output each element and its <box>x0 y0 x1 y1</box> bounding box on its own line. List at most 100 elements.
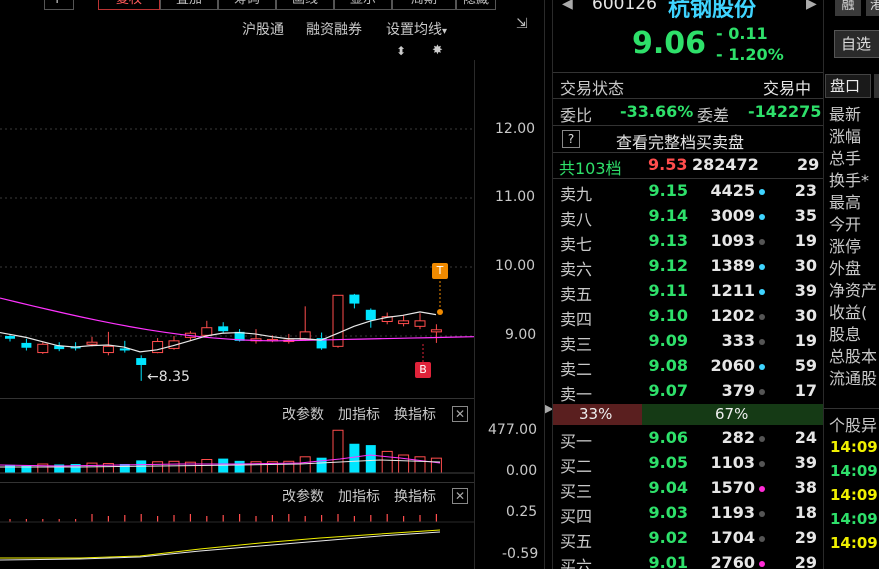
candle-body[interactable] <box>86 341 98 345</box>
volume-bar <box>365 445 376 473</box>
sell-row[interactable]: 卖六 9.12 1389 30 <box>553 254 823 279</box>
candle-body[interactable] <box>136 358 147 365</box>
candle-body[interactable] <box>430 329 442 333</box>
anomaly-time[interactable]: 14:09 <box>830 486 878 504</box>
volume-panel-top-border <box>0 398 474 399</box>
next-stock-icon[interactable]: ▶ <box>806 0 817 12</box>
marker-b[interactable]: B <box>415 362 431 378</box>
sell-row[interactable]: 卖八 9.14 3009 35 <box>553 204 823 229</box>
total-levels-label: 共103档 <box>559 159 622 178</box>
tab-hide[interactable]: 隐藏 <box>456 0 496 10</box>
candle-body[interactable] <box>152 341 164 354</box>
depth-divider <box>553 152 823 153</box>
indicator-panel-top-border <box>0 482 474 483</box>
price-change: - 0.11 <box>716 24 768 43</box>
candle-body[interactable] <box>102 345 114 354</box>
sell-change-dot-icon <box>759 189 765 195</box>
buy-row[interactable]: 买一 9.06 282 24 <box>553 426 823 451</box>
candle-body[interactable] <box>398 320 410 325</box>
sell-price: 9.10 <box>648 306 688 325</box>
candle-body[interactable] <box>201 327 213 336</box>
candle-body[interactable] <box>365 309 376 321</box>
margin-badge[interactable]: 融 <box>835 0 861 16</box>
buy-row[interactable]: 买四 9.03 1193 18 <box>553 501 823 526</box>
buy-row[interactable]: 买五 9.02 1704 29 <box>553 526 823 551</box>
buy-price: 9.06 <box>648 428 688 447</box>
link-ma-settings[interactable]: 设置均线▾ <box>386 19 447 39</box>
candle-body[interactable] <box>332 294 344 347</box>
anomaly-time[interactable]: 14:09 <box>830 510 878 528</box>
expand-vertical-icon[interactable]: ⬍ <box>396 44 406 58</box>
candle-body[interactable] <box>21 342 32 348</box>
marker-t[interactable]: T <box>432 263 448 279</box>
tab-period[interactable]: 周期 <box>392 0 456 10</box>
quote-field-label: 今开 <box>829 215 862 234</box>
ind-switch-indicator-button[interactable]: 换指标 <box>394 486 436 506</box>
volume-bar <box>414 456 426 474</box>
y-tick-11: 11.00 <box>495 189 536 205</box>
vol-y-max: 477.00 <box>488 422 537 438</box>
tab-overlay[interactable]: 叠加 <box>160 0 218 10</box>
candlestick-chart[interactable] <box>0 60 475 395</box>
link-shanghai-connect[interactable]: 沪股通 <box>242 19 284 39</box>
sell-row[interactable]: 卖四 9.10 1202 30 <box>553 304 823 329</box>
candle-body[interactable] <box>5 336 15 339</box>
sell-row[interactable]: 卖五 9.11 1211 39 <box>553 279 823 304</box>
total-levels-count: 29 <box>797 155 820 174</box>
sell-volume: 1389 <box>710 256 755 275</box>
anomaly-time[interactable]: 14:09 <box>830 438 878 456</box>
vol-modify-params-button[interactable]: 改参数 <box>282 404 324 424</box>
anomaly-time[interactable]: 14:09 <box>830 534 878 552</box>
buy-level-label: 买六 <box>560 557 593 569</box>
tab-chips[interactable]: 筹码 <box>218 0 276 10</box>
buy-row[interactable]: 买六 9.01 2760 29 <box>553 551 823 569</box>
ind-modify-params-button[interactable]: 改参数 <box>282 486 324 506</box>
help-icon[interactable]: ? <box>562 130 580 148</box>
maximize-icon[interactable]: ⇲ <box>516 16 528 32</box>
sell-volume: 3009 <box>710 206 755 225</box>
sell-row[interactable]: 卖九 9.15 4425 23 <box>553 179 823 204</box>
candle-body[interactable] <box>218 326 229 332</box>
tab-draw[interactable]: 画线 <box>276 0 334 10</box>
buy-row[interactable]: 买二 9.05 1103 39 <box>553 451 823 476</box>
sell-row[interactable]: 卖一 9.07 379 17 <box>553 379 823 404</box>
sell-row[interactable]: 卖二 9.08 2060 59 <box>553 354 823 379</box>
chart-axis-divider <box>474 60 475 569</box>
buy-row[interactable]: 买三 9.04 1570 38 <box>553 476 823 501</box>
view-full-depth-link[interactable]: 查看完整档买卖盘 <box>616 129 744 153</box>
vol-add-indicator-button[interactable]: 加指标 <box>338 404 380 424</box>
sell-change-dot-icon <box>759 289 765 295</box>
anomaly-time[interactable]: 14:09 <box>830 462 878 480</box>
buy-level-label: 买三 <box>560 482 593 501</box>
ma-settings-label: 设置均线 <box>386 22 442 38</box>
volume-bar <box>349 443 360 473</box>
vol-switch-indicator-button[interactable]: 换指标 <box>394 404 436 424</box>
buy-order-count: 29 <box>794 528 817 547</box>
sell-change-dot-icon <box>759 364 765 370</box>
tab-order-book[interactable]: 盘口 <box>825 74 871 98</box>
tab-f[interactable]: F <box>44 0 74 10</box>
tab-fuquan[interactable]: 复权 <box>98 0 160 10</box>
buy-price: 9.04 <box>648 478 688 497</box>
buy-change-dot-icon <box>759 561 765 567</box>
prev-stock-icon[interactable]: ◀ <box>562 0 573 12</box>
ind-close-icon[interactable]: ✕ <box>452 488 468 504</box>
sell-order-count: 19 <box>794 231 817 250</box>
tab-display[interactable]: 显示 <box>334 0 392 10</box>
candle-body[interactable] <box>349 294 360 304</box>
hk-badge[interactable]: 港 <box>866 0 879 16</box>
buy-order-count: 29 <box>794 553 817 569</box>
candle-body[interactable] <box>414 320 426 327</box>
settings-star-icon[interactable]: ✸ <box>432 43 443 58</box>
ind-add-indicator-button[interactable]: 加指标 <box>338 486 380 506</box>
buy-change-dot-icon <box>759 511 765 517</box>
sell-row[interactable]: 卖七 9.13 1093 19 <box>553 229 823 254</box>
sell-row[interactable]: 卖三 9.09 333 19 <box>553 329 823 354</box>
link-margin[interactable]: 融资融券 <box>306 19 362 39</box>
vol-close-icon[interactable]: ✕ <box>452 406 468 422</box>
side-tab-next[interactable] <box>874 74 879 98</box>
quote-field-label: 收益( <box>829 303 868 322</box>
sell-price: 9.14 <box>648 206 688 225</box>
add-favorite-button[interactable]: 自选 <box>834 30 879 58</box>
candle-body[interactable] <box>37 343 49 354</box>
